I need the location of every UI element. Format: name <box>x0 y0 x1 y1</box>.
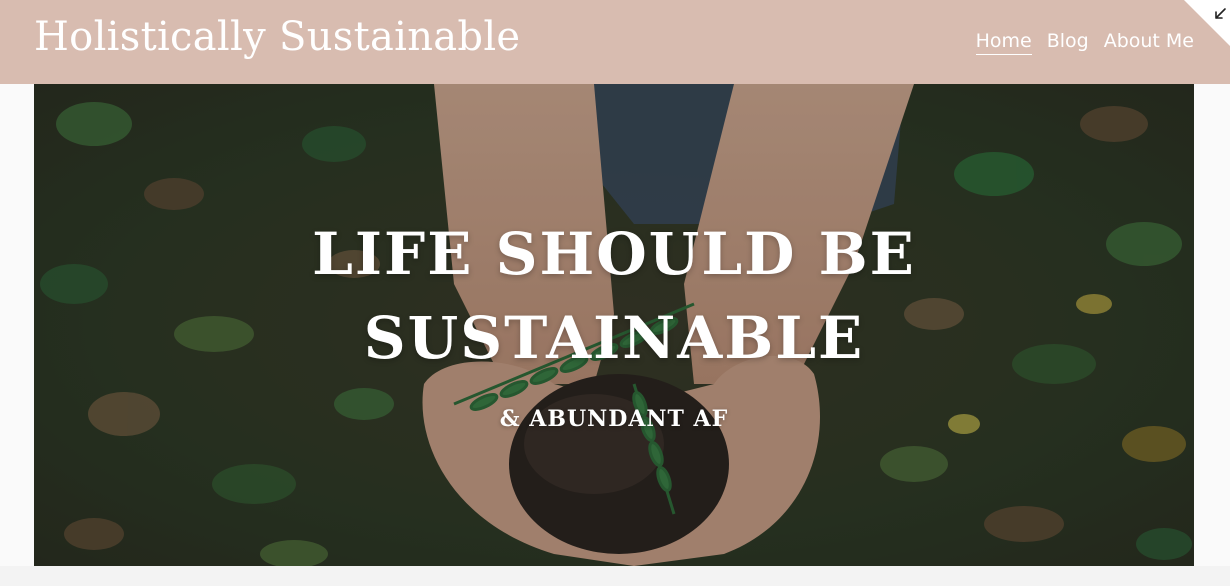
site-header: Holistically Sustainable Home Blog About… <box>0 0 1230 84</box>
hero-subheading: & ABUNDANT AF <box>499 406 729 432</box>
nav-blog-link[interactable]: Blog <box>1047 30 1089 55</box>
hero-heading-line-2: SUSTAINABLE <box>363 304 865 372</box>
hero-heading-line-1: LIFE SHOULD BE <box>312 220 916 288</box>
collapse-arrow-icon[interactable] <box>1212 6 1228 22</box>
main-nav: Home Blog About Me <box>975 30 1194 55</box>
nav-about-me-link[interactable]: About Me <box>1104 30 1194 55</box>
hero-banner: LIFE SHOULD BE SUSTAINABLE & ABUNDANT AF <box>34 84 1194 566</box>
site-title[interactable]: Holistically Sustainable <box>34 14 520 60</box>
page-bottom-edge <box>0 566 1230 586</box>
hero-heading: LIFE SHOULD BE SUSTAINABLE <box>34 212 1194 380</box>
nav-home-link[interactable]: Home <box>975 30 1032 55</box>
